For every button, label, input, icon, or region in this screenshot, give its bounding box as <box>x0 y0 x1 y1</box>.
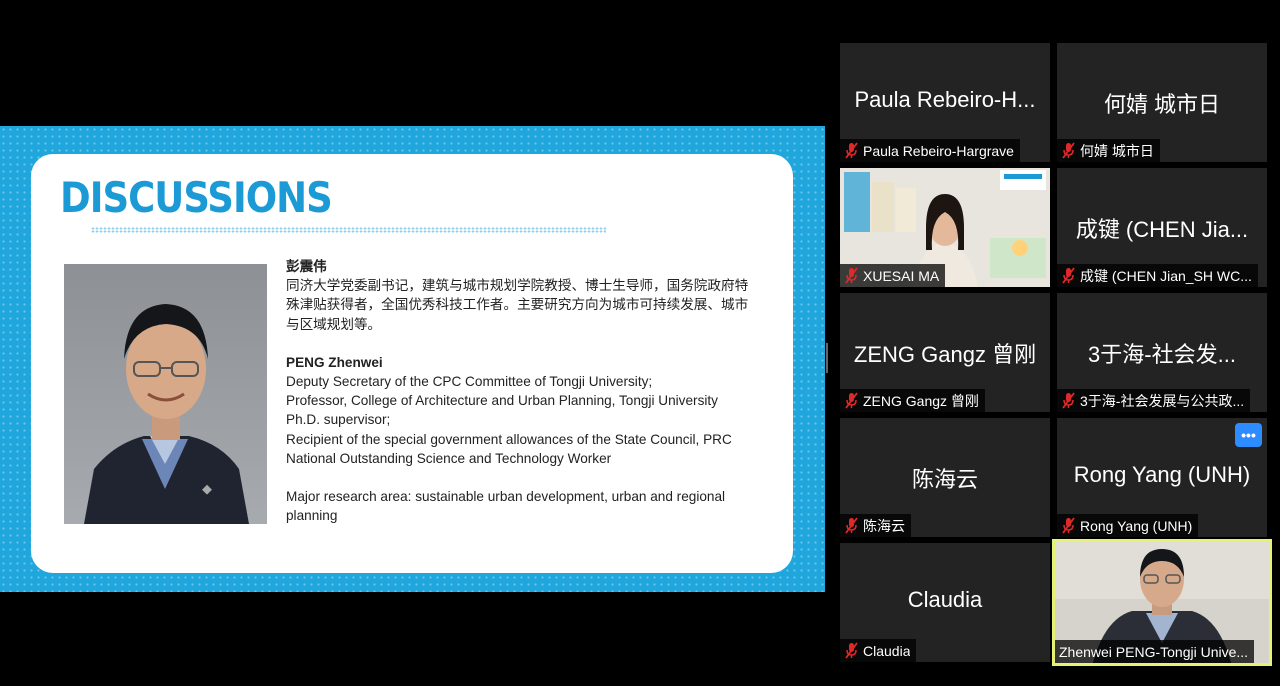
speaker-bio-cn: 同济大学党委副书记，建筑与城市规划学院教授、博士生导师，国务院政府特殊津贴获得者… <box>286 276 756 334</box>
participant-label: Paula Rebeiro-Hargrave <box>840 139 1020 162</box>
participant-name: Zhenwei PENG-Tongji Unive... <box>1059 644 1248 660</box>
participant-label: 陈海云 <box>840 514 911 537</box>
participant-label: Zhenwei PENG-Tongji Unive... <box>1055 640 1254 663</box>
title-underline <box>91 227 606 233</box>
mic-muted-icon <box>1061 267 1076 284</box>
participant-name: 3于海-社会发展与公共政... <box>1080 391 1244 411</box>
participant-name: 成键 (CHEN Jian_SH WC... <box>1080 266 1252 286</box>
mic-muted-icon <box>1061 392 1076 409</box>
participant-name: 陈海云 <box>863 516 905 536</box>
speaker-name-en: PENG Zhenwei <box>286 353 756 372</box>
research-area: Major research area: sustainable urban d… <box>286 487 756 525</box>
participant-tile[interactable]: ZENG Gangz 曾刚 ZENG Gangz 曾刚 <box>840 293 1050 412</box>
participant-label: 3于海-社会发展与公共政... <box>1057 389 1250 412</box>
participant-tile[interactable]: Claudia Claudia <box>840 543 1050 662</box>
participant-tile[interactable]: 何婧 城市日 何婧 城市日 <box>1057 43 1267 162</box>
bio-line: Deputy Secretary of the CPC Committee of… <box>286 372 756 391</box>
participant-tile[interactable]: ••• Rong Yang (UNH) Rong Yang (UNH) <box>1057 418 1267 537</box>
participant-name: Claudia <box>863 643 910 659</box>
mic-muted-icon <box>844 392 859 409</box>
participant-name: Paula Rebeiro-Hargrave <box>863 143 1014 159</box>
participant-label: ZENG Gangz 曾刚 <box>840 389 985 412</box>
participant-display-name: 3于海-社会发... <box>1057 337 1267 369</box>
participant-label: Rong Yang (UNH) <box>1057 514 1198 537</box>
more-options-button[interactable]: ••• <box>1235 423 1262 447</box>
participant-tile[interactable]: Paula Rebeiro-H... Paula Rebeiro-Hargrav… <box>840 43 1050 162</box>
mic-muted-icon <box>1061 517 1076 534</box>
mic-muted-icon <box>844 517 859 534</box>
participant-label: XUESAI MA <box>840 264 945 287</box>
shared-screen-slide: DISCUSSIONS 彭震伟 同济大学党委副书记，建筑与城市规划学院教授、博士… <box>0 126 825 592</box>
participant-name: XUESAI MA <box>863 268 939 284</box>
bio-line: Ph.D. supervisor; <box>286 410 756 429</box>
bio-line: National Outstanding Science and Technol… <box>286 449 756 468</box>
bio-line: Professor, College of Architecture and U… <box>286 391 756 410</box>
bio-line: Recipient of the special government allo… <box>286 430 756 449</box>
participant-display-name: Rong Yang (UNH) <box>1057 462 1267 488</box>
participant-display-name: 陈海云 <box>840 462 1050 494</box>
participant-display-name: ZENG Gangz 曾刚 <box>840 337 1050 369</box>
slide-card: DISCUSSIONS 彭震伟 同济大学党委副书记，建筑与城市规划学院教授、博士… <box>31 154 793 573</box>
participant-name: Rong Yang (UNH) <box>1080 518 1192 534</box>
slide-title: DISCUSSIONS <box>60 174 332 222</box>
speaker-bio: 彭震伟 同济大学党委副书记，建筑与城市规划学院教授、博士生导师，国务院政府特殊津… <box>286 257 756 525</box>
mic-muted-icon <box>844 642 859 659</box>
participant-label: 何婧 城市日 <box>1057 139 1160 162</box>
participant-name: 何婧 城市日 <box>1080 141 1154 161</box>
participant-video-tile[interactable]: XUESAI MA <box>840 168 1050 287</box>
active-speaker-tile[interactable]: Zhenwei PENG-Tongji Unive... <box>1052 539 1272 666</box>
mic-muted-icon <box>1061 142 1076 159</box>
participant-label: 成键 (CHEN Jian_SH WC... <box>1057 264 1258 287</box>
participant-tile[interactable]: 3于海-社会发... 3于海-社会发展与公共政... <box>1057 293 1267 412</box>
speaker-name-cn: 彭震伟 <box>286 257 756 276</box>
participant-tile[interactable]: 陈海云 陈海云 <box>840 418 1050 537</box>
split-divider-handle[interactable] <box>826 343 828 373</box>
participant-display-name: 成键 (CHEN Jia... <box>1057 212 1267 244</box>
mic-muted-icon <box>844 267 859 284</box>
participant-name: ZENG Gangz 曾刚 <box>863 391 979 411</box>
participant-label: Claudia <box>840 639 916 662</box>
participant-tile[interactable]: 成键 (CHEN Jia... 成键 (CHEN Jian_SH WC... <box>1057 168 1267 287</box>
participant-display-name: 何婧 城市日 <box>1057 87 1267 119</box>
mic-muted-icon <box>844 142 859 159</box>
speaker-portrait <box>64 264 267 524</box>
participant-display-name: Paula Rebeiro-H... <box>840 87 1050 113</box>
participant-display-name: Claudia <box>840 587 1050 613</box>
